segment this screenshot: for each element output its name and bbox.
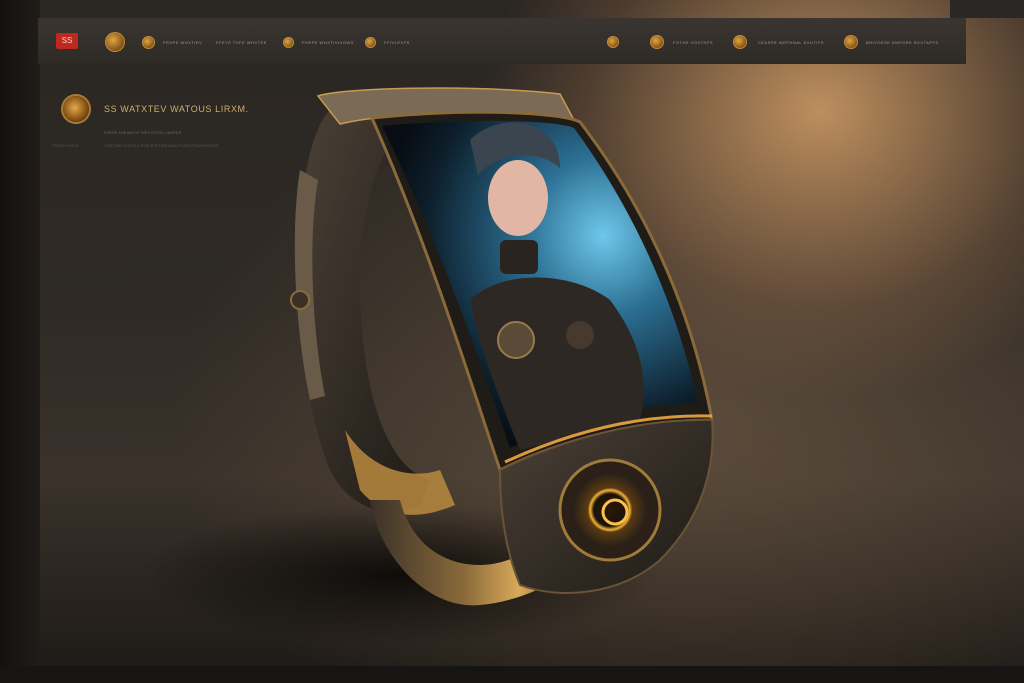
bracelet-render bbox=[140, 87, 714, 645]
side-crown-icon bbox=[290, 290, 310, 310]
bottom-bar bbox=[0, 666, 1024, 683]
dial-ring-icon bbox=[574, 474, 646, 546]
